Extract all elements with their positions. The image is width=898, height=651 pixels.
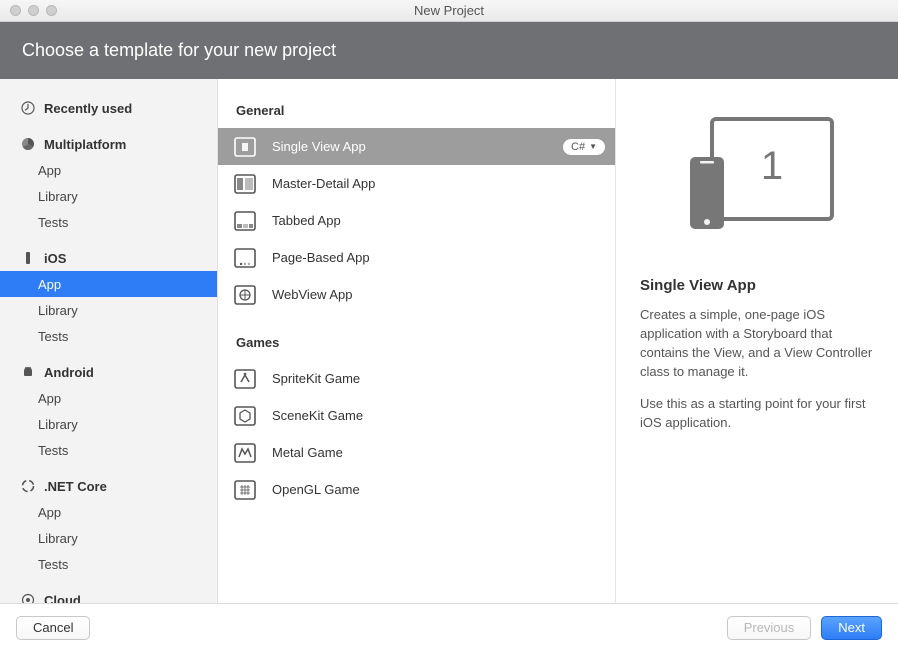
single-view-icon xyxy=(232,134,258,160)
sidebar-cat-cloud[interactable]: Cloud xyxy=(0,587,217,603)
android-icon xyxy=(20,365,36,379)
detail-description-2: Use this as a starting point for your fi… xyxy=(640,395,874,433)
sidebar: Recently used Multiplatform App Library … xyxy=(0,79,218,603)
sidebar-cat-ios[interactable]: iOS xyxy=(0,245,217,271)
next-button[interactable]: Next xyxy=(821,616,882,640)
sidebar-item-android-app[interactable]: App xyxy=(0,385,217,411)
chevron-down-icon: ▼ xyxy=(589,142,597,151)
content-area: Recently used Multiplatform App Library … xyxy=(0,79,898,603)
footer: Cancel Previous Next xyxy=(0,603,898,651)
template-spritekit-game[interactable]: SpriteKit Game xyxy=(218,360,615,397)
sidebar-item-multiplatform-library[interactable]: Library xyxy=(0,183,217,209)
sidebar-cat-label: Multiplatform xyxy=(44,137,126,152)
cloud-icon xyxy=(20,593,36,603)
template-opengl-game[interactable]: OpenGL Game xyxy=(218,471,615,508)
language-label: C# xyxy=(571,141,585,153)
template-single-view-app[interactable]: Single View App C# ▼ xyxy=(218,128,615,165)
template-metal-game[interactable]: Metal Game xyxy=(218,434,615,471)
template-label: Master-Detail App xyxy=(272,176,375,191)
sidebar-item-netcore-app[interactable]: App xyxy=(0,499,217,525)
template-webview-app[interactable]: WebView App xyxy=(218,276,615,313)
template-group-games: Games xyxy=(218,331,615,360)
sidebar-recent[interactable]: Recently used xyxy=(0,95,217,121)
master-detail-icon xyxy=(232,171,258,197)
clock-icon xyxy=(20,101,36,115)
spritekit-icon xyxy=(232,366,258,392)
page-based-icon xyxy=(232,245,258,271)
detail-title: Single View App xyxy=(640,277,874,294)
sidebar-item-android-tests[interactable]: Tests xyxy=(0,437,217,463)
template-tabbed-app[interactable]: Tabbed App xyxy=(218,202,615,239)
sidebar-cat-multiplatform[interactable]: Multiplatform xyxy=(0,131,217,157)
template-label: Page-Based App xyxy=(272,250,370,265)
template-page-based-app[interactable]: Page-Based App xyxy=(218,239,615,276)
sidebar-cat-android[interactable]: Android xyxy=(0,359,217,385)
sidebar-item-netcore-tests[interactable]: Tests xyxy=(0,551,217,577)
dialog-title: Choose a template for your new project xyxy=(22,40,336,60)
template-label: WebView App xyxy=(272,287,352,302)
sidebar-cat-netcore[interactable]: .NET Core xyxy=(0,473,217,499)
template-label: Tabbed App xyxy=(272,213,341,228)
template-label: SceneKit Game xyxy=(272,408,363,423)
detail-illustration: 1 xyxy=(640,109,874,249)
sidebar-cat-label: .NET Core xyxy=(44,479,107,494)
sidebar-recent-label: Recently used xyxy=(44,101,132,116)
titlebar: New Project xyxy=(0,0,898,22)
sidebar-cat-label: Cloud xyxy=(44,593,81,604)
language-selector[interactable]: C# ▼ xyxy=(563,139,605,155)
detail-description-1: Creates a simple, one-page iOS applicati… xyxy=(640,306,874,381)
sidebar-item-ios-app[interactable]: App xyxy=(0,271,217,297)
detail-pane: 1 Single View App Creates a simple, one-… xyxy=(616,79,898,603)
sidebar-cat-label: Android xyxy=(44,365,94,380)
webview-icon xyxy=(232,282,258,308)
window-title: New Project xyxy=(0,3,898,18)
template-label: OpenGL Game xyxy=(272,482,360,497)
netcore-icon xyxy=(20,479,36,493)
template-label: SpriteKit Game xyxy=(272,371,360,386)
illustration-number: 1 xyxy=(761,144,783,188)
cancel-button[interactable]: Cancel xyxy=(16,616,90,640)
sidebar-item-netcore-library[interactable]: Library xyxy=(0,525,217,551)
template-list: General Single View App C# ▼ Master-Deta… xyxy=(218,79,616,603)
multiplatform-icon xyxy=(20,137,36,151)
template-master-detail-app[interactable]: Master-Detail App xyxy=(218,165,615,202)
metal-icon xyxy=(232,440,258,466)
dialog-header: Choose a template for your new project xyxy=(0,22,898,79)
sidebar-item-ios-tests[interactable]: Tests xyxy=(0,323,217,349)
sidebar-item-android-library[interactable]: Library xyxy=(0,411,217,437)
scenekit-icon xyxy=(232,403,258,429)
template-label: Metal Game xyxy=(272,445,343,460)
previous-button: Previous xyxy=(727,616,812,640)
template-scenekit-game[interactable]: SceneKit Game xyxy=(218,397,615,434)
opengl-icon xyxy=(232,477,258,503)
sidebar-item-multiplatform-tests[interactable]: Tests xyxy=(0,209,217,235)
tabbed-icon xyxy=(232,208,258,234)
ios-icon xyxy=(20,251,36,265)
sidebar-item-ios-library[interactable]: Library xyxy=(0,297,217,323)
sidebar-cat-label: iOS xyxy=(44,251,66,266)
sidebar-item-multiplatform-app[interactable]: App xyxy=(0,157,217,183)
template-group-general: General xyxy=(218,99,615,128)
template-label: Single View App xyxy=(272,139,366,154)
